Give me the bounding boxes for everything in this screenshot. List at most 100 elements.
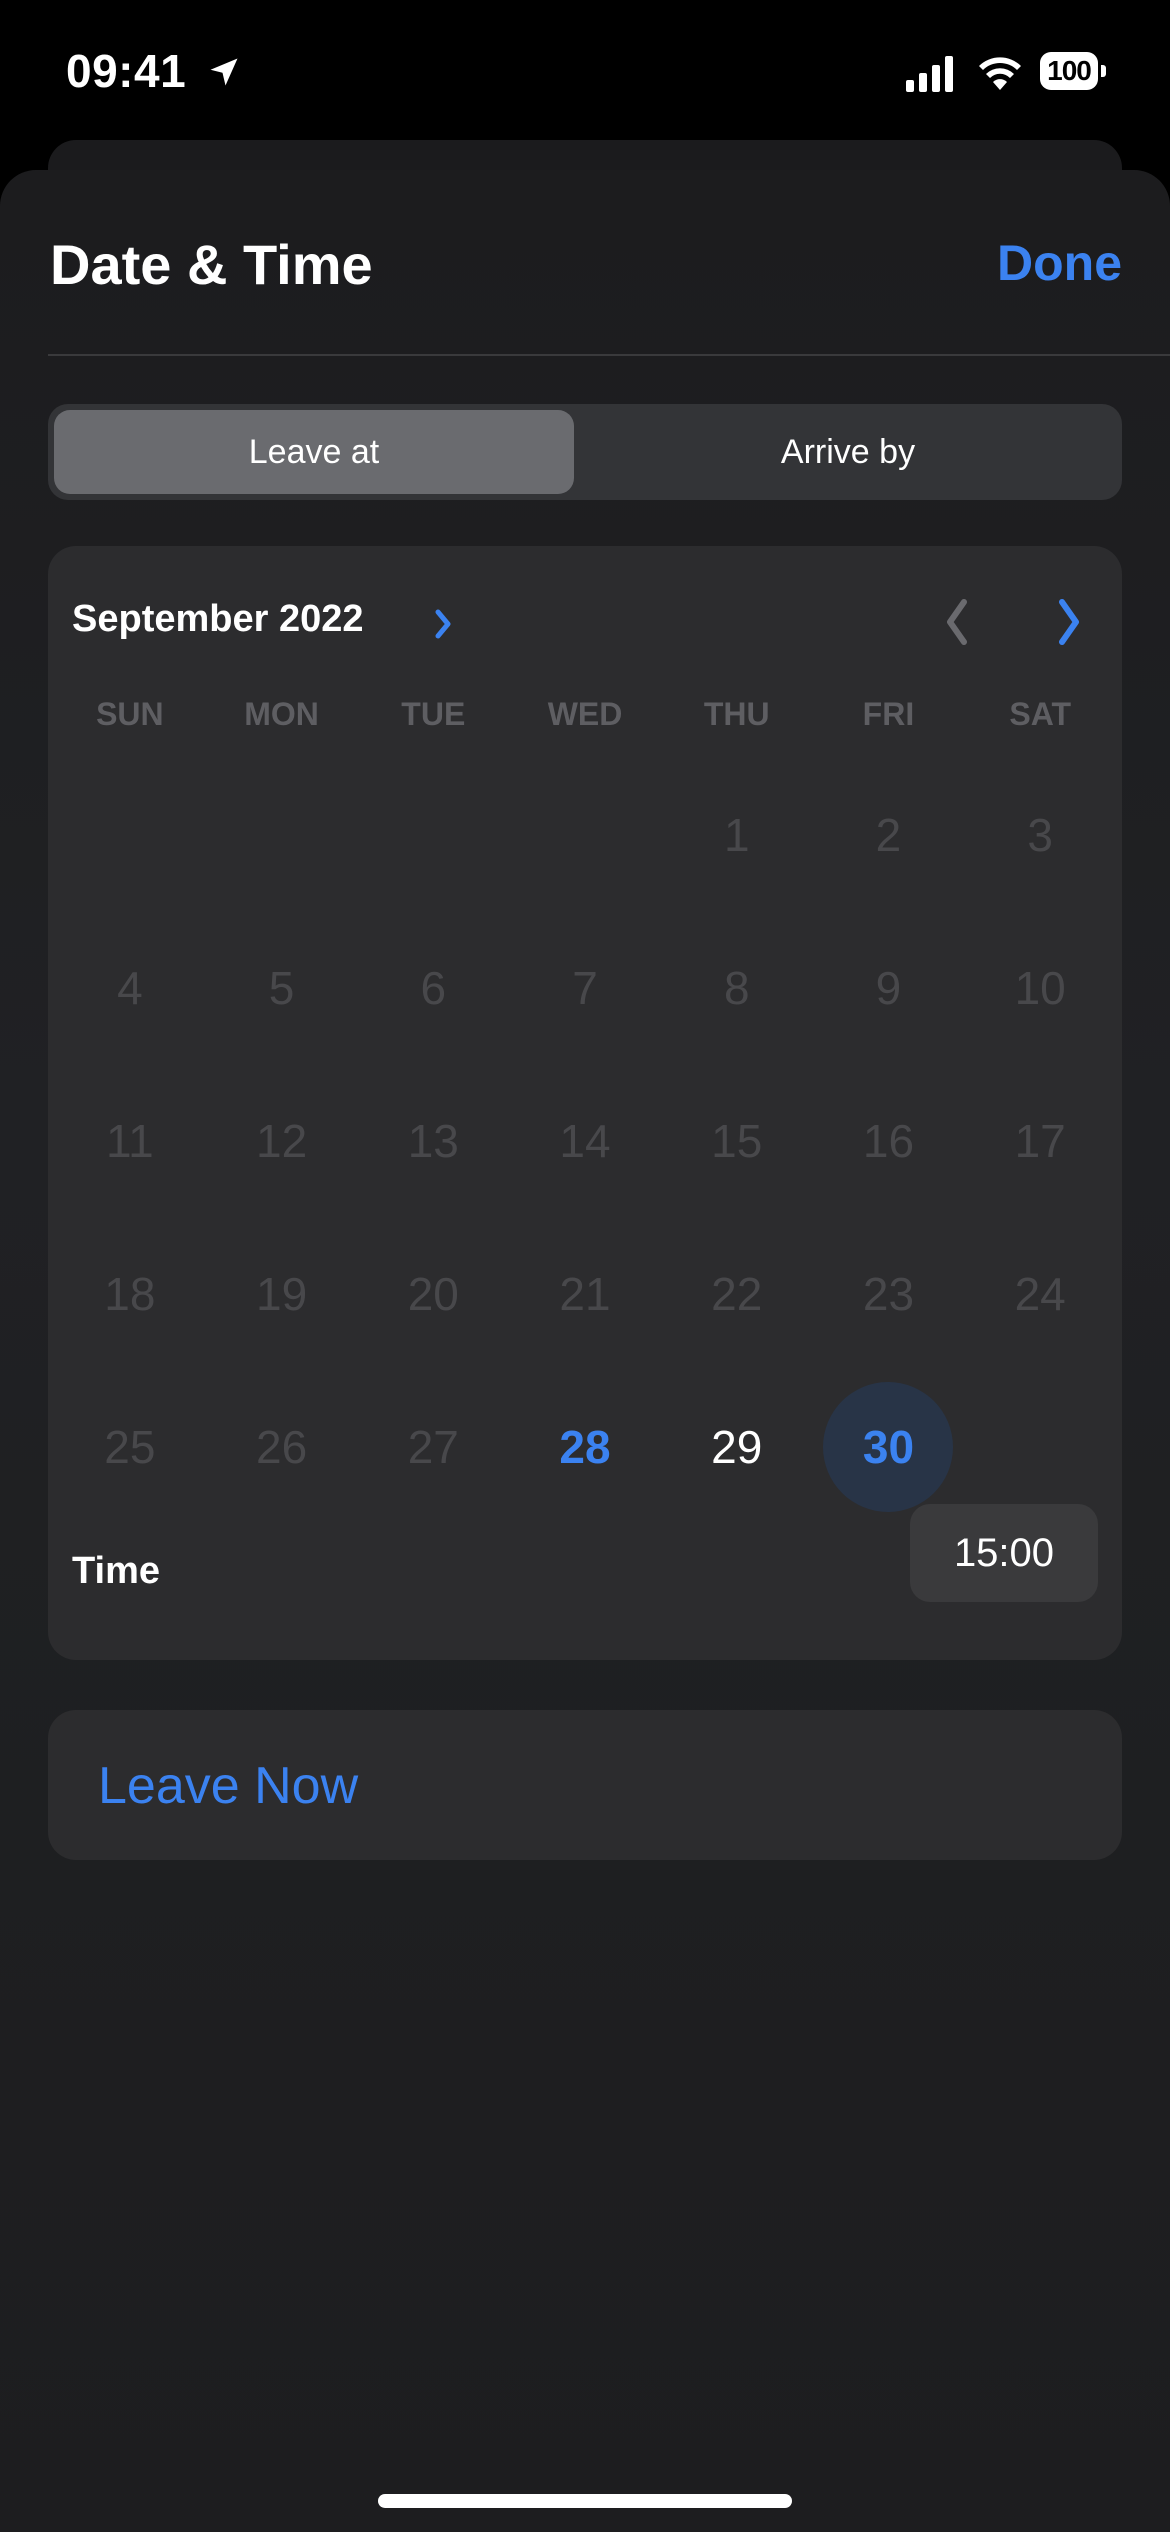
weekday-label: WED (547, 696, 623, 732)
leave-now-card[interactable]: Leave Now (48, 1710, 1122, 1860)
weekday-label: MON (244, 696, 319, 732)
calendar-day: 21 (509, 1217, 661, 1370)
status-bar: 09:41 100 (0, 0, 1170, 140)
day-number: 1 (723, 808, 750, 861)
day-number: 23 (862, 1267, 915, 1320)
calendar-day: 26 (206, 1370, 358, 1523)
segment-arrive-by[interactable]: Arrive by (580, 410, 1116, 494)
day-number: 15 (711, 1114, 763, 1167)
day-number: 10 (1014, 961, 1066, 1014)
day-number: 4 (117, 961, 143, 1014)
day-number: 19 (255, 1267, 308, 1320)
calendar-day: 3 (964, 758, 1116, 911)
segment-leave-at[interactable]: Leave at (54, 410, 574, 494)
calendar-day: 14 (509, 1064, 661, 1217)
day-number: 18 (104, 1267, 156, 1320)
empty-day-cell (509, 758, 661, 911)
day-number: 6 (420, 961, 447, 1014)
day-number: 13 (407, 1114, 459, 1167)
done-button[interactable]: Done (997, 234, 1122, 292)
leave-arrive-segmented-control: Leave at Arrive by (48, 404, 1122, 500)
calendar-day: 18 (54, 1217, 206, 1370)
day-number: 16 (862, 1114, 915, 1167)
calendar-day: 2 (813, 758, 965, 911)
empty-day-cell (357, 758, 509, 911)
wifi-icon (979, 57, 1021, 90)
battery-indicator: 100 (1040, 52, 1106, 92)
calendar-day: 16 (813, 1064, 965, 1217)
calendar-card: September 2022 SUN MON TUE WED THU FRI S… (48, 546, 1122, 1660)
empty-day-cell (964, 1370, 1116, 1523)
date-time-sheet: Date & Time Done Leave at Arrive by Sept… (0, 170, 1170, 2532)
day-number: 9 (875, 961, 902, 1014)
empty-day-cell (54, 758, 206, 911)
day-number: 17 (1014, 1114, 1066, 1167)
next-month-button[interactable] (1038, 592, 1098, 652)
day-number: 14 (559, 1114, 611, 1167)
calendar-day: 9 (813, 911, 965, 1064)
calendar-day: 25 (54, 1370, 206, 1523)
calendar-day: 8 (661, 911, 813, 1064)
calendar-day: 12 (206, 1064, 358, 1217)
calendar-day: 17 (964, 1064, 1116, 1217)
weekday-label: TUE (401, 696, 466, 732)
calendar-day: 6 (357, 911, 509, 1064)
day-number: 8 (723, 961, 750, 1014)
day-number: 12 (255, 1114, 308, 1167)
empty-day-cell (206, 758, 358, 911)
day-number: 3 (1027, 808, 1053, 861)
calendar-week: 4 5 6 7 8 9 10 (54, 911, 1116, 1064)
calendar-week: 11 12 13 14 15 16 17 (54, 1064, 1116, 1217)
weekday-label: SAT (1009, 696, 1071, 732)
header-divider (48, 354, 1170, 356)
weekday-label: THU (703, 696, 770, 732)
day-number: 22 (711, 1267, 763, 1320)
calendar-day: 22 (661, 1217, 813, 1370)
sheet-title: Date & Time (50, 233, 373, 296)
calendar-grid: 1 2 3 4 5 6 7 8 9 10 11 12 13 14 15 16 17 18 19 20 21 22 23 24 2… (54, 758, 1116, 1523)
chevron-right-icon[interactable] (428, 604, 458, 644)
weekday-header: SUN MON TUE WED THU FRI SAT (48, 696, 1122, 736)
calendar-week: 18 19 20 21 22 23 24 (54, 1217, 1116, 1370)
day-number: 28 (559, 1420, 611, 1473)
location-arrow-icon (210, 58, 238, 86)
day-number: 21 (559, 1267, 611, 1320)
day-number: 5 (268, 961, 295, 1014)
calendar-day: 27 (357, 1370, 509, 1523)
day-number: 26 (255, 1420, 308, 1473)
calendar-day: 1 (661, 758, 813, 911)
calendar-day: 20 (357, 1217, 509, 1370)
calendar-day: 15 (661, 1064, 813, 1217)
battery-nub (1101, 65, 1106, 77)
calendar-day: 7 (509, 911, 661, 1064)
status-time: 09:41 (66, 45, 187, 97)
calendar-day: 4 (54, 911, 206, 1064)
month-year-button[interactable]: September 2022 (72, 598, 364, 641)
day-number: 30 (862, 1420, 915, 1473)
selected-day[interactable]: 30 (813, 1370, 965, 1523)
day-number: 11 (105, 1114, 154, 1167)
previous-month-button[interactable] (928, 592, 988, 652)
weekday-label: FRI (862, 696, 915, 732)
calendar-day: 23 (813, 1217, 965, 1370)
day-number: 20 (407, 1267, 459, 1320)
day-number: 25 (104, 1420, 156, 1473)
today-day[interactable]: 28 (509, 1370, 661, 1523)
calendar-day: 10 (964, 911, 1116, 1064)
time-picker-button[interactable]: 15:00 (910, 1504, 1098, 1602)
home-indicator[interactable] (378, 2494, 792, 2508)
calendar-day: 19 (206, 1217, 358, 1370)
day-number: 27 (407, 1420, 459, 1473)
day-number: 2 (875, 808, 902, 861)
calendar-day: 5 (206, 911, 358, 1064)
calendar-week: 25 26 27 28 29 30 (54, 1370, 1116, 1523)
day-number: 7 (572, 961, 598, 1014)
time-label: Time (72, 1550, 161, 1592)
cellular-signal-icon (906, 56, 953, 92)
day-number: 24 (1014, 1267, 1066, 1320)
calendar-day[interactable]: 29 (661, 1370, 813, 1523)
calendar-week: 1 2 3 (54, 758, 1116, 911)
day-number: 29 (711, 1420, 763, 1473)
leave-now-button[interactable]: Leave Now (98, 1756, 358, 1816)
battery-level: 100 (1040, 52, 1098, 90)
